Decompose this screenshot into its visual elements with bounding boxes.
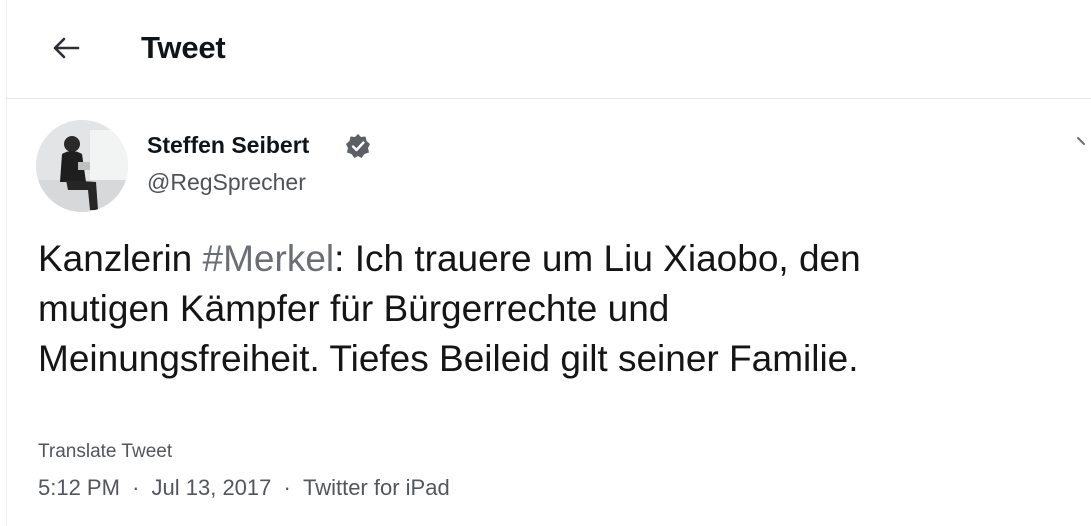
tweet-text-prefix: Kanzlerin (38, 238, 203, 279)
tweet-date[interactable]: Jul 13, 2017 (152, 475, 272, 501)
page-title: Tweet (141, 30, 226, 65)
arrow-left-icon (53, 37, 80, 59)
tweet-text-line-3: Meinungsfreiheit. Tiefes Beileid gilt se… (38, 338, 859, 379)
meta-separator: · (132, 475, 140, 500)
tweet-source[interactable]: Twitter for iPad (303, 475, 450, 501)
back-button[interactable] (46, 28, 86, 68)
tweet-meta: 5:12 PM · Jul 13, 2017 · Twitter for iPa… (38, 475, 450, 501)
author-handle[interactable]: @RegSprecher (147, 169, 306, 196)
tweet-time[interactable]: 5:12 PM (38, 475, 120, 501)
hashtag-link[interactable]: #Merkel (203, 238, 335, 279)
tweet-text: Kanzlerin #Merkel: Ich trauere um Liu Xi… (38, 234, 1078, 384)
tweet-text-line-1-rest: : Ich trauere um Liu Xiaobo, den (334, 238, 861, 279)
tweet-text-line-1: Kanzlerin #Merkel: Ich trauere um Liu Xi… (38, 234, 1078, 284)
verified-badge-icon (346, 134, 370, 158)
avatar[interactable] (36, 120, 128, 212)
header: Tweet (0, 0, 1091, 98)
chevron-down-icon[interactable] (1075, 133, 1091, 149)
meta-separator: · (283, 475, 291, 500)
avatar-photo (36, 120, 128, 212)
author-name[interactable]: Steffen Seibert (147, 132, 309, 159)
translate-tweet-link[interactable]: Translate Tweet (38, 441, 172, 463)
header-divider (6, 98, 1091, 99)
tweet-text-line-2: mutigen Kämpfer für Bürgerrechte und (38, 288, 670, 329)
